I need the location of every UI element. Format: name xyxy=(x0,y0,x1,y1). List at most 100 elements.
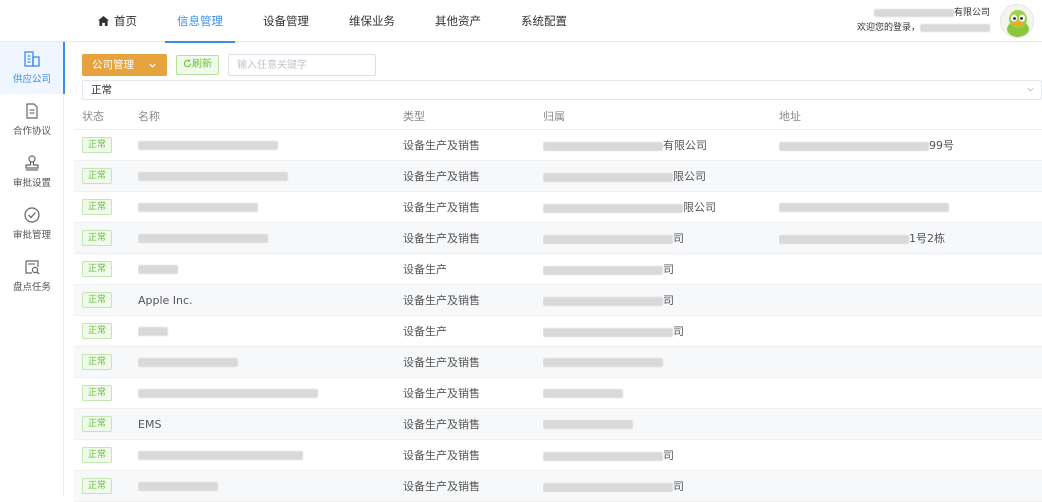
redacted-text xyxy=(138,265,178,274)
sidebar-item-approval-settings[interactable]: 审批设置 xyxy=(0,146,64,198)
type-cell: 设备生产及销售 xyxy=(403,199,543,215)
table-row[interactable]: 正常 设备生产及销售 xyxy=(74,378,1042,409)
column-header-type[interactable]: 类型 xyxy=(403,108,543,124)
table-row[interactable]: 正常 设备生产及销售 限公司 xyxy=(74,161,1042,192)
user-company-suffix: 有限公司 xyxy=(953,8,990,18)
table-row[interactable]: 正常 设备生产及销售 xyxy=(74,347,1042,378)
search-input[interactable] xyxy=(228,54,376,76)
table-row[interactable]: 正常 设备生产及销售 司 1号2栋 xyxy=(74,223,1042,254)
table-row[interactable]: 正常 设备生产及销售 限公司 xyxy=(74,192,1042,223)
supplier-type: 设备生产 xyxy=(403,263,447,276)
sidebar-item-suppliers[interactable]: 供应公司 xyxy=(0,42,65,94)
redacted-text xyxy=(873,8,954,17)
sidebar-item-approval-management[interactable]: 审批管理 xyxy=(0,198,64,250)
name-cell: Apple Inc. xyxy=(138,294,403,307)
redacted-text xyxy=(543,327,673,337)
company-management-dropdown[interactable]: 公司管理 xyxy=(82,54,167,76)
table-row[interactable]: 正常 Apple Inc. 设备生产及销售 司 xyxy=(74,285,1042,316)
status-badge: 正常 xyxy=(82,292,113,308)
type-cell: 设备生产及销售 xyxy=(403,230,543,246)
type-cell: 设备生产及销售 xyxy=(403,168,543,184)
status-badge: 正常 xyxy=(82,168,113,184)
column-header-owner[interactable]: 归属 xyxy=(543,108,779,124)
welcome-text: 欢迎您的登录， xyxy=(856,23,920,33)
name-cell: EMS xyxy=(138,418,403,431)
sidebar-item-agreements[interactable]: 合作协议 xyxy=(0,94,64,146)
nav-info-management[interactable]: 信息管理 xyxy=(157,0,243,43)
top-navigation-bar: 首页 信息管理 设备管理 维保业务 其他资产 系统配置 有限公司 欢迎您的登录， xyxy=(0,0,1042,43)
table-body: 正常 设备生产及销售 有限公司 99号 正常 设备生产及销售 限公司 正常 设备生产及销售 限公司… xyxy=(74,130,1042,502)
supplier-name[interactable]: Apple Inc. xyxy=(138,294,193,307)
nav-home[interactable]: 首页 xyxy=(78,0,157,42)
nav-device-management[interactable]: 设备管理 xyxy=(243,0,329,42)
column-header-status[interactable]: 状态 xyxy=(74,108,138,124)
address-text: 99号 xyxy=(929,139,954,152)
owner-cell: 有限公司 xyxy=(543,137,779,153)
owner-text: 司 xyxy=(673,480,684,493)
status-cell: 正常 xyxy=(74,137,138,153)
table-row[interactable]: 正常 设备生产及销售 有限公司 99号 xyxy=(74,130,1042,161)
user-welcome: 欢迎您的登录， xyxy=(857,21,990,36)
main-nav: 首页 信息管理 设备管理 维保业务 其他资产 系统配置 xyxy=(78,0,587,43)
name-cell xyxy=(138,387,403,400)
status-badge: 正常 xyxy=(82,137,113,153)
name-cell xyxy=(138,325,403,338)
toolbar: 公司管理 刷新 xyxy=(82,54,376,76)
address-cell xyxy=(779,201,1042,214)
status-cell: 正常 xyxy=(74,199,138,215)
company-management-label: 公司管理 xyxy=(92,59,134,71)
supplier-type: 设备生产及销售 xyxy=(403,232,480,245)
redacted-text xyxy=(138,172,288,181)
table-row[interactable]: 正常 设备生产 司 xyxy=(74,254,1042,285)
nav-home-label: 首页 xyxy=(114,14,137,28)
table-row[interactable]: 正常 设备生产及销售 司 xyxy=(74,440,1042,471)
status-badge: 正常 xyxy=(82,385,113,401)
sidebar-item-label: 审批管理 xyxy=(12,230,51,241)
table-row[interactable]: 正常 EMS 设备生产及销售 xyxy=(74,409,1042,440)
redacted-text xyxy=(543,172,673,182)
redacted-text xyxy=(138,203,258,212)
redacted-text xyxy=(543,265,663,275)
supplier-type: 设备生产及销售 xyxy=(403,294,480,307)
status-filter-select[interactable]: 正常 xyxy=(82,80,1042,100)
status-cell: 正常 xyxy=(74,261,138,277)
owner-cell: 限公司 xyxy=(543,168,779,184)
type-cell: 设备生产及销售 xyxy=(403,385,543,401)
nav-maintenance[interactable]: 维保业务 xyxy=(329,0,415,42)
status-cell: 正常 xyxy=(74,416,138,432)
status-cell: 正常 xyxy=(74,478,138,494)
address-cell: 99号 xyxy=(779,137,1042,153)
supplier-type: 设备生产及销售 xyxy=(403,480,480,493)
owner-text: 司 xyxy=(663,449,674,462)
table-row[interactable]: 正常 设备生产及销售 司 xyxy=(74,471,1042,502)
sidebar-item-label: 合作协议 xyxy=(12,126,51,137)
nav-system-config[interactable]: 系统配置 xyxy=(501,0,587,42)
column-header-address[interactable]: 地址 xyxy=(779,108,1042,124)
sidebar: 供应公司 合作协议 审批设置 审批管理 盘点任务 xyxy=(0,42,65,496)
owner-text: 有限公司 xyxy=(663,139,707,152)
column-header-name[interactable]: 名称 xyxy=(138,108,403,124)
redacted-text xyxy=(543,141,663,151)
sidebar-item-label: 盘点任务 xyxy=(12,282,51,293)
name-cell xyxy=(138,139,403,152)
table-row[interactable]: 正常 设备生产 司 xyxy=(74,316,1042,347)
owner-cell: 司 xyxy=(543,447,779,463)
name-cell xyxy=(138,356,403,369)
refresh-button[interactable]: 刷新 xyxy=(176,55,219,75)
supplier-type: 设备生产及销售 xyxy=(403,449,480,462)
redacted-text xyxy=(543,203,683,213)
supplier-name[interactable]: EMS xyxy=(138,418,161,431)
name-cell xyxy=(138,449,403,462)
owner-text: 限公司 xyxy=(673,170,706,183)
redacted-text xyxy=(543,296,663,306)
redacted-text xyxy=(138,141,278,150)
nav-other-assets[interactable]: 其他资产 xyxy=(415,0,501,42)
redacted-text xyxy=(779,234,909,244)
avatar[interactable] xyxy=(1000,4,1034,38)
status-cell: 正常 xyxy=(74,323,138,339)
redacted-text xyxy=(543,389,623,398)
owner-cell xyxy=(543,418,779,431)
status-badge: 正常 xyxy=(82,447,113,463)
sidebar-item-inventory-tasks[interactable]: 盘点任务 xyxy=(0,250,64,302)
owner-text: 司 xyxy=(663,294,674,307)
